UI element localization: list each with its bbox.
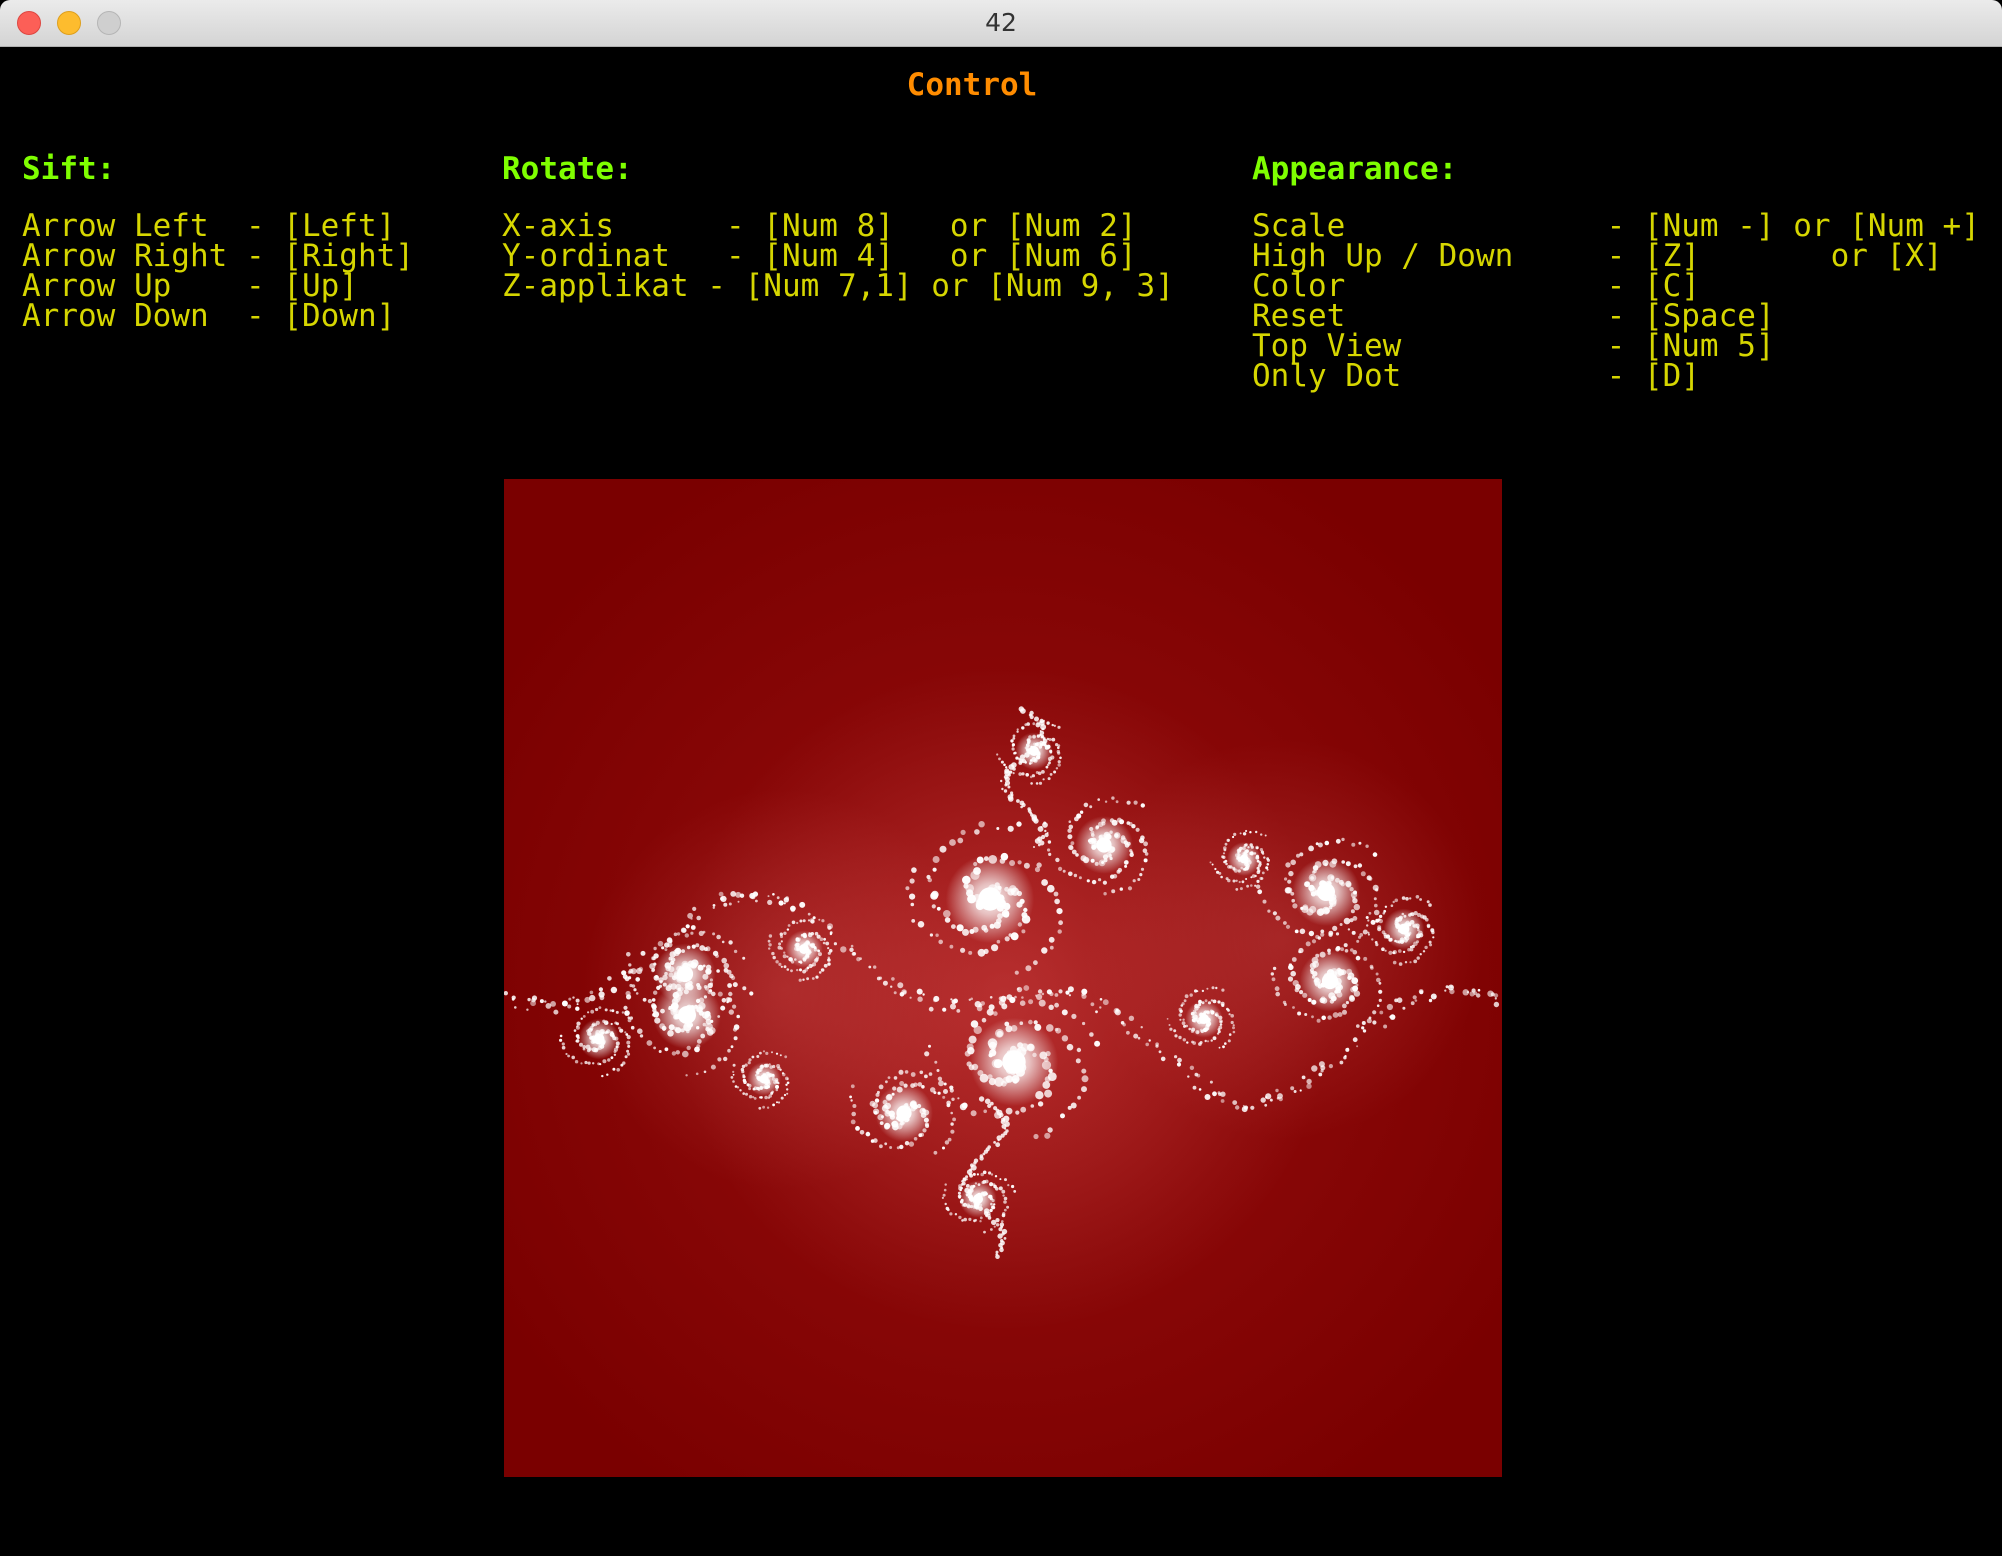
- rotate-lines: X-axis - [Num 8] or [Num 2] Y-ordinat - …: [502, 208, 1174, 304]
- appearance-section: Appearance: Scale - [Num -] or [Num +] H…: [1252, 149, 1980, 394]
- content-area: Control Sift: Arrow Left - [Left] Arrow …: [0, 47, 2002, 1556]
- sift-line-down: Arrow Down - [Down]: [22, 298, 396, 334]
- julia-fractal-image: [504, 479, 1502, 1477]
- appearance-line-reset: Reset - [Space]: [1252, 298, 1775, 334]
- sift-lines: Arrow Left - [Left] Arrow Right - [Right…: [22, 208, 414, 334]
- sift-title: Sift:: [22, 151, 116, 187]
- sift-section: Sift: Arrow Left - [Left] Arrow Right - …: [22, 149, 414, 334]
- rotate-line-z-applikat: Z-applikat - [Num 7,1] or [Num 9, 3]: [502, 268, 1174, 304]
- title-bar[interactable]: 42: [0, 0, 2002, 47]
- sift-line-left: Arrow Left - [Left]: [22, 208, 396, 244]
- appearance-line-high: High Up / Down - [Z] or [X]: [1252, 238, 1943, 274]
- appearance-line-scale: Scale - [Num -] or [Num +]: [1252, 208, 1980, 244]
- appearance-lines: Scale - [Num -] or [Num +] High Up / Dow…: [1252, 208, 1980, 394]
- rotate-title: Rotate:: [502, 151, 633, 187]
- app-window: 42 Control Sift: Arrow Left - [Left] Arr…: [0, 0, 2002, 1556]
- sift-line-right: Arrow Right - [Right]: [22, 238, 414, 274]
- sift-line-up: Arrow Up - [Up]: [22, 268, 358, 304]
- rotate-line-y-ordinat: Y-ordinat - [Num 4] or [Num 6]: [502, 238, 1137, 274]
- control-heading: Control: [906, 67, 1038, 103]
- appearance-line-top-view: Top View - [Num 5]: [1252, 328, 1775, 364]
- rotate-line-x-axis: X-axis - [Num 8] or [Num 2]: [502, 208, 1137, 244]
- appearance-line-only-dot: Only Dot - [D]: [1252, 358, 1700, 394]
- window-title: 42: [985, 8, 1017, 37]
- fractal-canvas[interactable]: [504, 479, 1502, 1477]
- appearance-line-color: Color - [C]: [1252, 268, 1700, 304]
- rotate-section: Rotate: X-axis - [Num 8] or [Num 2] Y-or…: [502, 149, 1174, 304]
- appearance-title: Appearance:: [1252, 151, 1458, 187]
